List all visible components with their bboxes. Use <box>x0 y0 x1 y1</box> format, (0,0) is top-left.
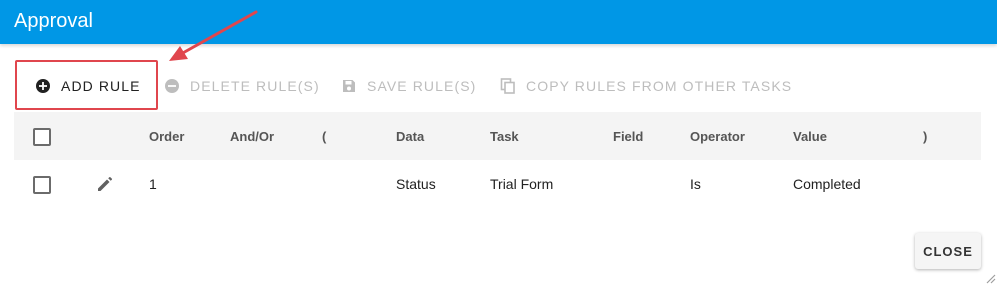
minus-circle-icon <box>164 78 180 94</box>
table-header: Order And/Or ( Data Task Field Operator … <box>14 112 981 160</box>
col-value[interactable]: Value <box>793 112 827 160</box>
table-row[interactable]: 1 Status Trial Form Is Completed <box>14 160 981 208</box>
col-task[interactable]: Task <box>490 112 519 160</box>
save-icon <box>341 78 357 94</box>
rules-table: Order And/Or ( Data Task Field Operator … <box>14 112 981 208</box>
col-field[interactable]: Field <box>613 112 643 160</box>
copy-rules-label: COPY RULES FROM OTHER TASKS <box>526 78 793 94</box>
copy-rules-button[interactable]: COPY RULES FROM OTHER TASKS <box>500 74 792 98</box>
delete-rules-button[interactable]: DELETE RULE(S) <box>164 74 320 98</box>
select-all-checkbox[interactable] <box>33 128 51 146</box>
col-close-paren[interactable]: ) <box>923 112 927 160</box>
cell-order: 1 <box>149 176 157 192</box>
col-open-paren[interactable]: ( <box>322 112 326 160</box>
col-and-or[interactable]: And/Or <box>230 112 274 160</box>
save-rules-label: SAVE RULE(S) <box>367 78 477 94</box>
annotation-highlight-box <box>15 60 158 110</box>
col-order[interactable]: Order <box>149 112 184 160</box>
copy-icon <box>500 78 516 94</box>
save-rules-button[interactable]: SAVE RULE(S) <box>341 74 476 98</box>
row-checkbox[interactable] <box>33 176 51 194</box>
cell-value: Completed <box>793 176 861 192</box>
dialog-header: Approval <box>0 0 997 44</box>
edit-icon[interactable] <box>95 160 115 208</box>
cell-operator: Is <box>690 176 701 192</box>
cell-task: Trial Form <box>490 176 554 192</box>
dialog-title: Approval <box>14 10 93 32</box>
col-data[interactable]: Data <box>396 112 424 160</box>
resize-handle-icon[interactable] <box>984 271 996 284</box>
delete-rules-label: DELETE RULE(S) <box>190 78 320 94</box>
close-button[interactable]: CLOSE <box>915 233 981 269</box>
col-operator[interactable]: Operator <box>690 112 745 160</box>
cell-data: Status <box>396 176 436 192</box>
